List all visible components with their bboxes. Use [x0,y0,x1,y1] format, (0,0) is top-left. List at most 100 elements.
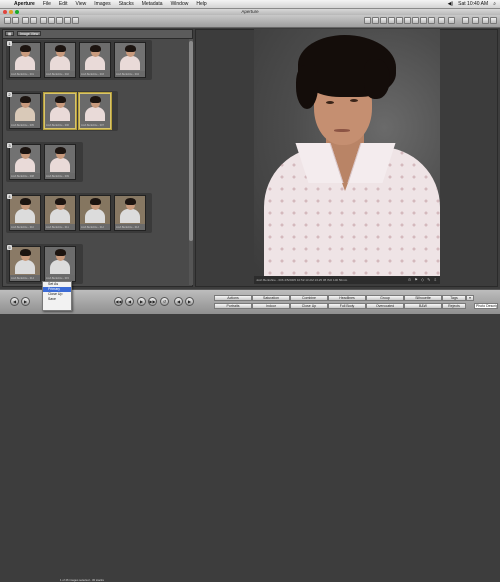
light-table-icon[interactable] [56,17,63,24]
browser-mode-icon[interactable]: ▦ [5,31,15,36]
stack-group[interactable]: 4 Josh Berkshire - 010 Josh Berkshire - … [6,193,152,233]
browser-scrollbar[interactable] [189,39,193,285]
browser-header: ▦ Image View [3,30,192,39]
hide-browser-icon[interactable] [462,17,469,24]
spotlight-icon[interactable]: ⌕ [493,0,496,8]
minimize-window-icon[interactable] [9,10,13,14]
keyword-button-bw[interactable]: B&W [404,303,442,309]
thumb-caption: Josh Berkshire - 015 [46,277,69,280]
full-screen-icon[interactable] [472,17,479,24]
image-thumbnail[interactable]: Josh Berkshire - 001 [9,42,41,78]
browser-tab[interactable]: Image View [17,31,42,36]
keyword-button-actions[interactable]: Actions [214,295,252,301]
image-thumbnail-selected[interactable]: Josh Berkshire - 007 [79,93,111,129]
menu-help[interactable]: Help [196,0,206,8]
first-image-icon[interactable]: ◀◀ [114,297,123,306]
stamp-icon[interactable] [428,17,435,24]
keyword-button-combine[interactable]: Combine [290,295,328,301]
compare-icon[interactable] [64,17,71,24]
menu-edit[interactable]: Edit [59,0,68,8]
thumb-caption: Josh Berkshire - 011 [46,226,69,229]
image-thumbnail[interactable]: Josh Berkshire - 010 [9,195,41,231]
image-thumbnail[interactable]: Josh Berkshire - 012 [79,195,111,231]
keyword-button-group[interactable]: Group [366,295,404,301]
keyword-button-silhouette[interactable]: Silhouette [404,295,442,301]
play-icon[interactable]: ▶ [137,297,146,306]
image-thumbnail[interactable]: Josh Berkshire - 009 [44,144,76,180]
straighten-icon[interactable] [396,17,403,24]
image-thumbnail[interactable]: Josh Berkshire - 015 [44,246,76,282]
previous-image-icon[interactable]: ◀ [125,297,134,306]
stack-group[interactable]: 2 Josh Berkshire - 005 Josh Berkshire - … [6,91,118,131]
keyword-button-rejects[interactable]: Rejects [442,303,466,309]
image-thumbnail-selected[interactable]: Josh Berkshire - 006 [44,93,76,129]
metadata-controls-icon[interactable]: ⊙ ⚑ ◇ ✎ ⇩ [408,276,438,284]
main-photo[interactable] [254,29,440,276]
inspector-icon[interactable] [490,17,497,24]
lift-icon[interactable] [420,17,427,24]
image-thumbnail[interactable]: Josh Berkshire - 003 [79,42,111,78]
stack-number: 4 [7,194,12,199]
menu-stacks[interactable]: Stacks [119,0,134,8]
prev-icon[interactable]: ◀ [10,297,19,306]
image-thumbnail[interactable]: Josh Berkshire - 013 [114,195,146,231]
new-album-icon[interactable] [12,17,19,24]
stack-group[interactable]: 3 Josh Berkshire - 008 Josh Berkshire - … [6,142,83,182]
keyword-button-close-up[interactable]: Close Up [290,303,328,309]
last-image-icon[interactable]: ▶▶ [148,297,157,306]
image-thumbnail[interactable]: Josh Berkshire - 014 [9,246,41,282]
volume-icon[interactable]: ◀) [448,0,454,8]
keyword-search-field[interactable]: Photo Description [474,303,498,309]
menu-metadata[interactable]: Metadata [142,0,163,8]
crop-icon[interactable] [388,17,395,24]
scroll-left-icon[interactable]: ◀ [174,297,183,306]
keyword-button-headlines[interactable]: Headlines [328,295,366,301]
spot-patch-icon[interactable] [412,17,419,24]
scrollbar-knob[interactable] [189,41,193,241]
menu-window[interactable]: Window [171,0,189,8]
metadata-text: Josh Berkshire - 006 4/5/2005 10:52:13 A… [256,278,348,282]
image-thumbnail[interactable]: Josh Berkshire - 011 [44,195,76,231]
image-thumbnail[interactable]: Josh Berkshire - 008 [9,144,41,180]
stack-number: 5 [7,245,12,250]
menu-file[interactable]: File [43,0,51,8]
keyword-button-tags[interactable]: Tags [442,295,466,301]
stack-icon[interactable] [40,17,47,24]
export-icon[interactable] [30,17,37,24]
thumb-caption: Josh Berkshire - 013 [116,226,139,229]
image-thumbnail[interactable]: Josh Berkshire - 002 [44,42,76,78]
rotate-left-button[interactable]: ↺ [160,297,169,306]
keyword-button-full-body[interactable]: Full Body [328,303,366,309]
new-project-icon[interactable] [4,17,11,24]
unstack-icon[interactable] [48,17,55,24]
popup-item[interactable]: Save [43,297,71,302]
image-thumbnail[interactable]: Josh Berkshire - 004 [114,42,146,78]
close-window-icon[interactable] [3,10,7,14]
rotate-left-icon[interactable] [372,17,379,24]
stack-group[interactable]: 5 Josh Berkshire - 014 Josh Berkshire - … [6,244,83,284]
keyword-button-overcoated[interactable]: Overcoated [366,303,404,309]
next-icon[interactable]: ▶ [21,297,30,306]
select-tool-icon[interactable] [364,17,371,24]
loupe-icon[interactable] [438,17,445,24]
thumb-caption: Josh Berkshire - 009 [46,175,69,178]
menu-images[interactable]: Images [94,0,110,8]
keyword-button-indoor[interactable]: Indoor [252,303,290,309]
rotate-right-icon[interactable] [380,17,387,24]
clock[interactable]: Sat 10:40 AM [458,0,488,8]
hud-icon[interactable] [482,17,489,24]
red-eye-icon[interactable] [404,17,411,24]
scroll-right-icon[interactable]: ▶ [185,297,194,306]
zoom-window-icon[interactable] [15,10,19,14]
thumb-caption: Josh Berkshire - 003 [81,73,104,76]
stack-group[interactable]: 1 Josh Berkshire - 001 Josh Berkshire - … [6,40,152,80]
image-thumbnail[interactable]: Josh Berkshire - 005 [9,93,41,129]
keyword-button-portraits[interactable]: Portraits [214,303,252,309]
menu-app-name[interactable]: Aperture [14,0,35,8]
keyword-button-saturation[interactable]: Saturation [252,295,290,301]
keyword-set-icon[interactable]: ▾ [466,295,474,301]
rotate-icon[interactable] [72,17,79,24]
menu-view[interactable]: View [76,0,87,8]
import-icon[interactable] [22,17,29,24]
flag-icon[interactable] [448,17,455,24]
